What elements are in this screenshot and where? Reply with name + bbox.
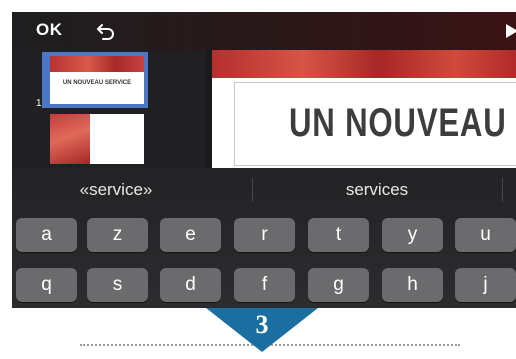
slide-thumbnail-2[interactable] [50,114,144,164]
slide-thumbnail-panel: UN NOUVEAU SERVICE 1 [12,50,206,168]
title-text-box[interactable]: UN NOUVEAU S [234,82,516,166]
key-h[interactable]: h [382,268,443,302]
top-toolbar: OK [12,12,516,50]
undo-arrow-icon[interactable] [96,22,116,40]
key-q[interactable]: q [16,268,77,302]
key-e[interactable]: e [160,218,221,252]
suggestion-2[interactable]: services [312,176,442,204]
ok-button[interactable]: OK [36,20,63,40]
thumbnail-image [50,114,90,164]
slide-number: 1 [36,98,42,109]
key-j[interactable]: j [455,268,516,302]
key-g[interactable]: g [308,268,369,302]
play-icon[interactable] [506,24,516,38]
thumbnail-title: UN NOUVEAU SERVICE [62,80,132,86]
suggestion-1[interactable]: «service» [56,176,176,204]
slide-title: UN NOUVEAU S [289,101,516,145]
key-u[interactable]: u [455,218,516,252]
step-number: 3 [255,310,269,339]
key-a[interactable]: a [16,218,77,252]
slide-editor: UN NOUVEAU S [212,50,516,168]
key-f[interactable]: f [234,268,295,302]
suggestion-divider [252,178,253,202]
slide-banner-image [212,50,516,78]
key-z[interactable]: z [87,218,148,252]
keyboard: «service» services a z e r t y u q s d f… [12,168,516,308]
device-screen: OK UN NOUVEAU SERVICE 1 UN NOUVEAU S «se… [12,12,516,308]
key-t[interactable]: t [308,218,369,252]
key-s[interactable]: s [87,268,148,302]
key-r[interactable]: r [234,218,295,252]
key-y[interactable]: y [382,218,443,252]
slide-thumbnail-1[interactable]: UN NOUVEAU SERVICE [50,56,144,104]
suggestion-divider [502,178,503,202]
thumbnail-banner [50,56,144,72]
key-d[interactable]: d [160,268,221,302]
